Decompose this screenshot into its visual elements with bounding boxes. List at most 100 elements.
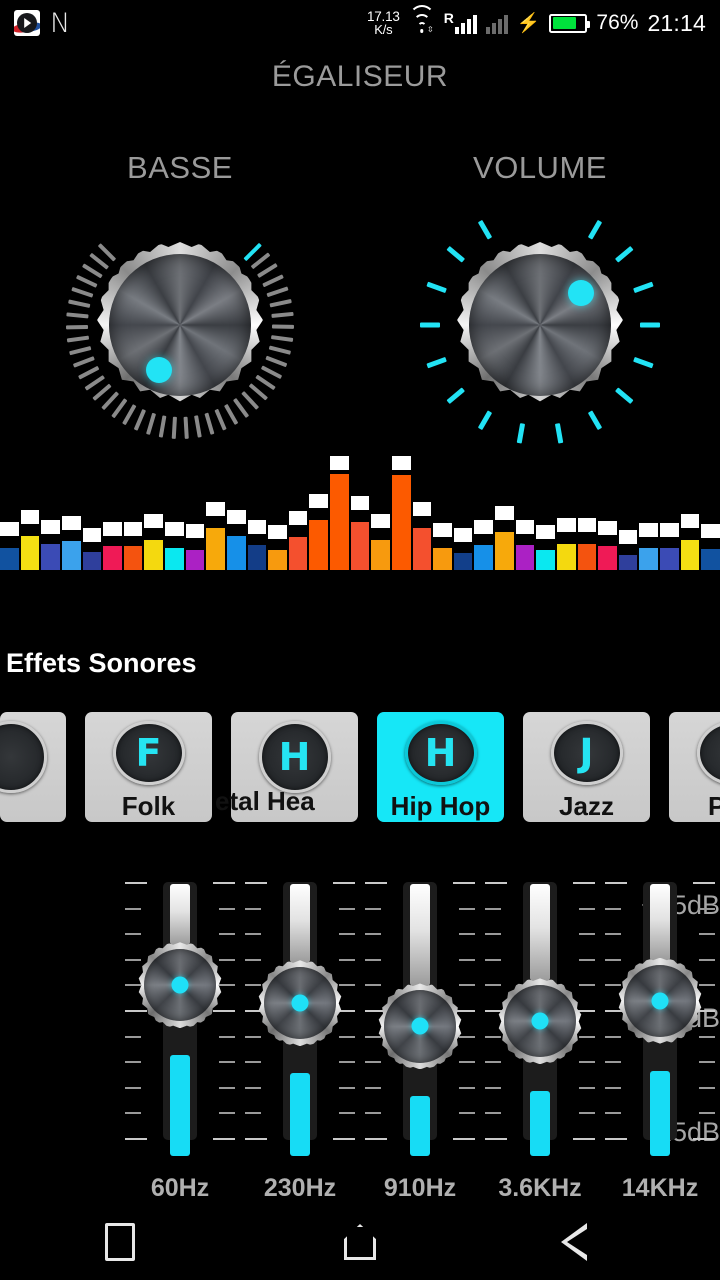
- back-triangle-icon[interactable]: [540, 1214, 660, 1270]
- spectrum-bar-fill: [206, 528, 225, 570]
- spectrum-bar-peak: [350, 496, 370, 510]
- spectrum-bar-peak: [247, 520, 267, 534]
- spectrum-bar: [598, 470, 617, 570]
- preset-button-jazz[interactable]: J Jazz: [523, 712, 650, 822]
- clock: 21:14: [647, 9, 706, 36]
- preset-label: Jazz: [559, 791, 614, 821]
- knob-tick: [171, 416, 177, 439]
- volume-knob-body[interactable]: [457, 242, 623, 408]
- eq-slider-60hz[interactable]: [125, 870, 235, 1170]
- eq-thumb-center-dot: [651, 992, 669, 1010]
- spectrum-bar-fill: [660, 548, 679, 570]
- knob-tick: [477, 219, 493, 240]
- spectrum-bar-peak: [371, 514, 390, 528]
- preset-button-hip-hop[interactable]: H Hip Hop: [377, 712, 504, 822]
- spectrum-bar-fill: [247, 545, 267, 570]
- spectrum-bar-fill: [495, 532, 514, 570]
- knob-tick: [66, 335, 90, 342]
- spectrum-bar: [618, 470, 638, 570]
- spectrum-bar-peak: [639, 523, 658, 537]
- spectrum-bar-peak: [701, 524, 720, 538]
- knob-tick: [640, 322, 660, 328]
- spectrum-bar-peak: [61, 516, 81, 530]
- eq-slider-thumb[interactable]: [497, 978, 583, 1065]
- spectrum-bar: [144, 470, 163, 570]
- spectrum-bar-fill: [20, 536, 40, 570]
- eq-slider-thumb[interactable]: [257, 960, 343, 1047]
- spectrum-bar: [391, 456, 411, 570]
- knob-tick: [78, 365, 100, 380]
- spectrum-bar-peak: [82, 528, 102, 542]
- spectrum-bar: [309, 470, 328, 570]
- spectrum-bar-fill: [165, 548, 184, 570]
- knob-tick: [268, 345, 291, 355]
- knob-tick: [554, 423, 564, 444]
- eq-slider-14khz[interactable]: [605, 870, 715, 1170]
- eq-slider-910hz[interactable]: [365, 870, 475, 1170]
- spectrum-bar-peak: [206, 502, 225, 516]
- recents-square-icon[interactable]: [60, 1214, 180, 1270]
- eq-thumb-center-dot: [291, 994, 309, 1012]
- spectrum-bar: [536, 470, 555, 570]
- knob-tick: [426, 281, 447, 294]
- knob-tick: [68, 299, 91, 308]
- spectrum-bar-peak: [660, 523, 679, 537]
- spectrum-bar: [474, 470, 493, 570]
- eq-slider-thumb[interactable]: [377, 983, 463, 1070]
- roaming-indicator: R: [443, 10, 454, 26]
- spectrum-bar-peak: [226, 510, 246, 524]
- spectrum-bar-fill: [144, 540, 163, 570]
- eq-slider-230hz[interactable]: [245, 870, 355, 1170]
- spectrum-bar-peak: [577, 518, 597, 532]
- knob-tick: [214, 408, 227, 431]
- spectrum-bar-peak: [330, 456, 349, 470]
- preset-button-pop[interactable]: P Pop: [669, 712, 720, 822]
- home-icon[interactable]: [300, 1214, 420, 1270]
- preset-letter-badge: P: [696, 721, 720, 785]
- spectrum-bar: [41, 470, 60, 570]
- preset-button-etal-hea[interactable]: Hetal Hea: [215, 712, 358, 822]
- preset-label: Hip Hop: [390, 791, 491, 821]
- knob-tick: [426, 356, 447, 369]
- knob-tick: [270, 335, 294, 342]
- spectrum-bar: [103, 470, 122, 570]
- spectrum-bar-peak: [618, 530, 638, 544]
- spectrum-bar: [515, 470, 535, 570]
- volume-knob[interactable]: [415, 200, 665, 450]
- spectrum-bar-fill: [330, 474, 349, 570]
- spectrum-bar: [0, 470, 19, 570]
- spectrum-bar: [268, 470, 287, 570]
- spectrum-bar-fill: [226, 536, 246, 570]
- spectrum-bar-fill: [453, 553, 473, 570]
- knob-tick: [587, 410, 603, 431]
- spectrum-bar: [226, 470, 246, 570]
- spectrum-bar-peak: [288, 511, 308, 525]
- preset-button-partial-0[interactable]: [0, 712, 66, 822]
- spectrum-bar: [82, 470, 102, 570]
- spectrum-bar: [330, 456, 349, 570]
- signal-bars-secondary-icon: [485, 12, 508, 34]
- preset-list[interactable]: FFolkHetal HeaHHip HopJJazz PPop: [0, 712, 720, 828]
- spectrum-bar: [206, 470, 225, 570]
- spectrum-bar-peak: [433, 523, 452, 537]
- spectrum-bar: [350, 470, 370, 570]
- spectrum-bar-fill: [123, 546, 143, 570]
- eq-band-frequency-label: 14KHz: [621, 1174, 699, 1202]
- spectrum-bar-peak: [495, 506, 514, 520]
- basse-knob-body[interactable]: [97, 242, 263, 408]
- network-speed-unit: K/s: [374, 22, 393, 37]
- spectrum-bar-fill: [556, 544, 576, 570]
- knob-tick: [266, 286, 289, 298]
- eq-slider-3-6khz[interactable]: [485, 870, 595, 1170]
- eq-slider-thumb[interactable]: [617, 957, 703, 1044]
- basse-knob[interactable]: [55, 200, 305, 450]
- eq-slider-thumb[interactable]: [137, 942, 223, 1029]
- page-title: ÉGALISEUR: [271, 60, 449, 93]
- spectrum-bar-peak: [598, 521, 617, 535]
- knob-tick: [271, 312, 294, 318]
- knob-tick: [271, 325, 295, 329]
- spectrum-bar-fill: [536, 550, 555, 570]
- preset-button-folk[interactable]: F Folk: [85, 712, 212, 822]
- spectrum-bar-peak: [536, 525, 555, 539]
- status-bar-left: N: [14, 10, 70, 37]
